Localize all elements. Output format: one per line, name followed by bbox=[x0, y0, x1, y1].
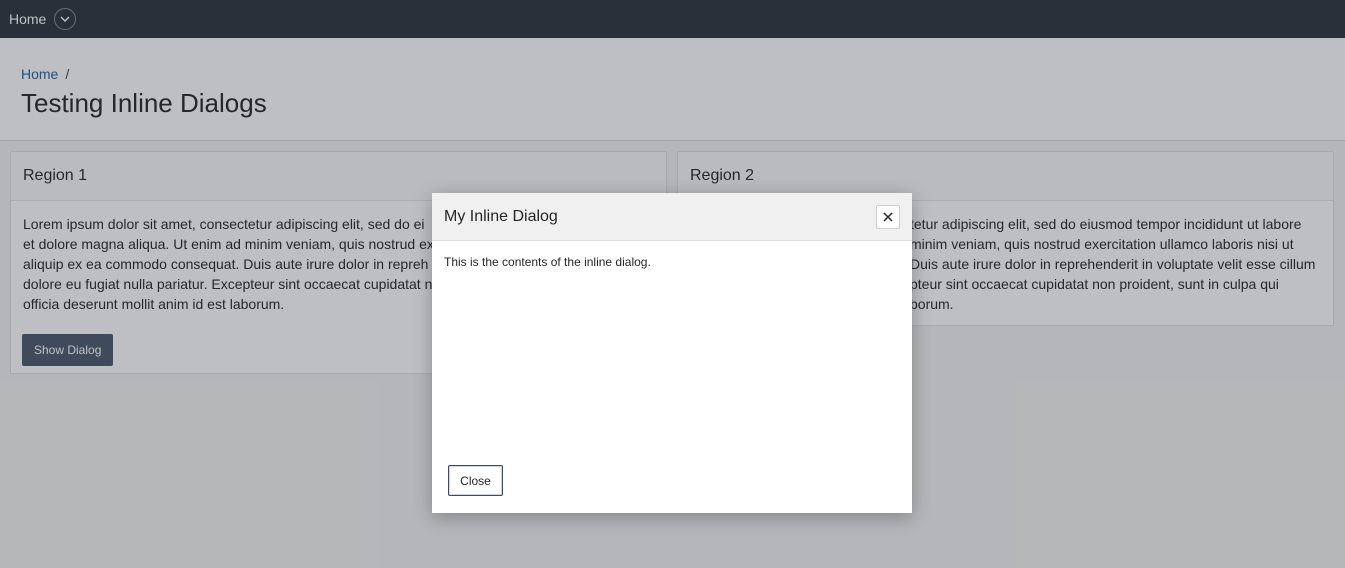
dialog-body-text: This is the contents of the inline dialo… bbox=[444, 255, 651, 269]
close-button[interactable]: Close bbox=[448, 465, 503, 496]
dialog-titlebar[interactable]: My Inline Dialog bbox=[432, 193, 912, 241]
dialog-close-button[interactable] bbox=[876, 205, 900, 229]
inline-dialog: My Inline Dialog This is the contents of… bbox=[432, 193, 912, 513]
close-icon bbox=[883, 212, 893, 222]
dialog-title: My Inline Dialog bbox=[444, 207, 558, 225]
